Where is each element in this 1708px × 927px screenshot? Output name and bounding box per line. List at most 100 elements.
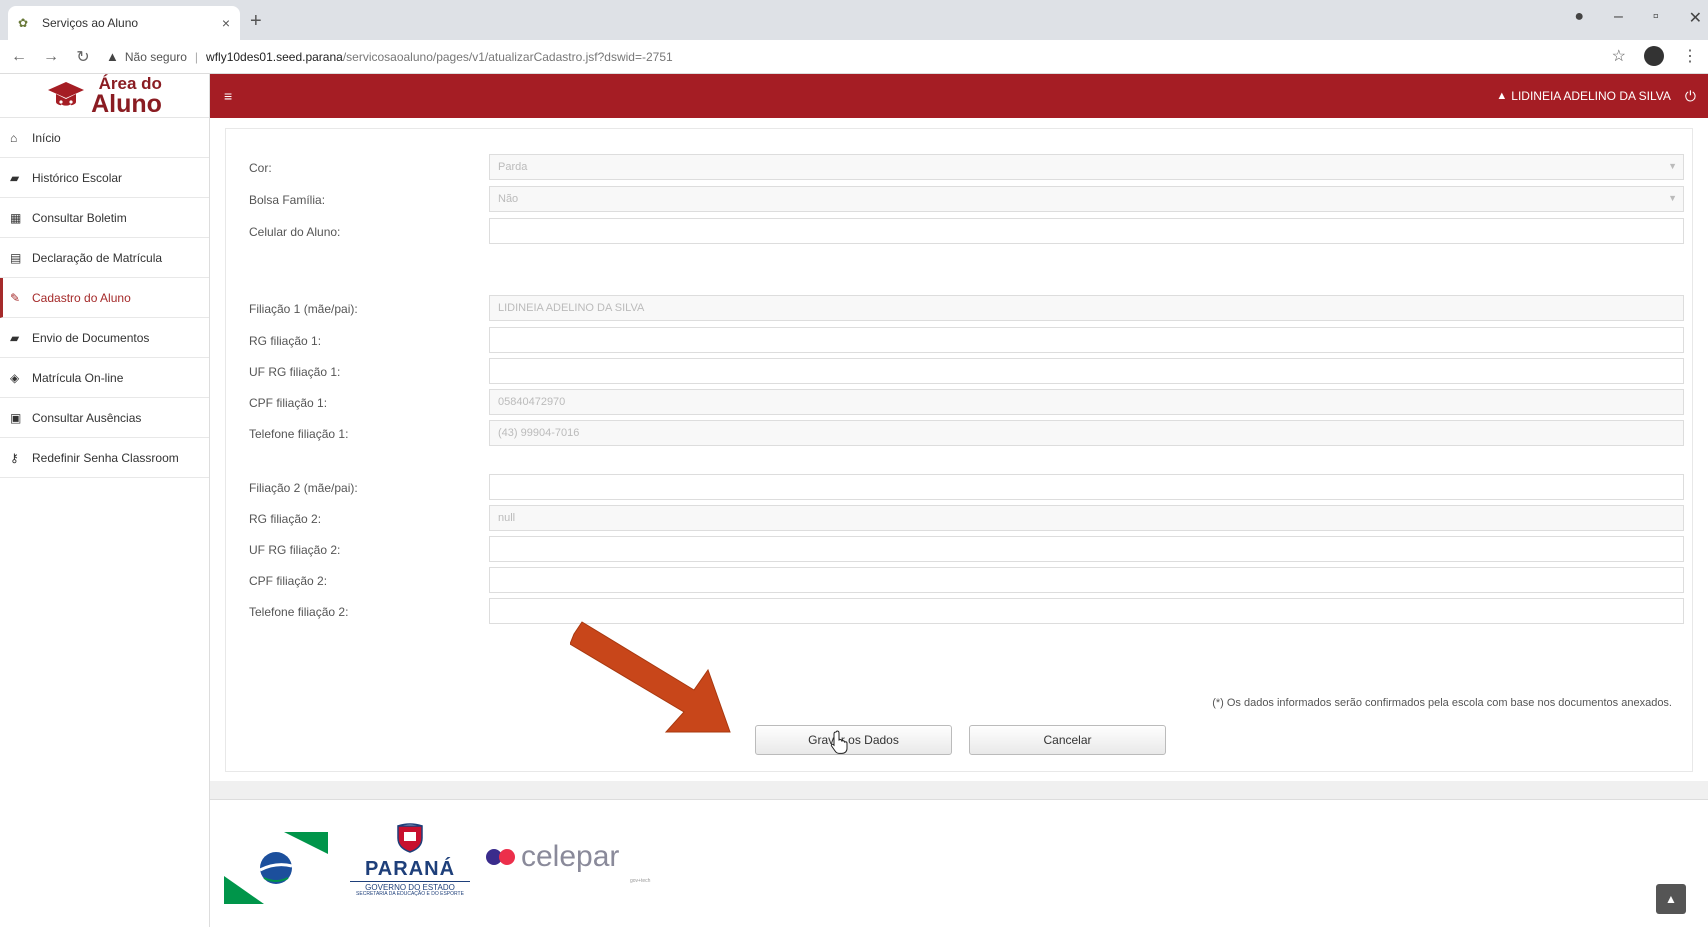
new-tab-button[interactable]: + [250,10,262,33]
graduation-cap-logo-icon [48,81,85,107]
form-row-rg-filiacao2: RG filiação 2: null [226,505,1694,533]
telefone-filiacao2-input[interactable] [489,598,1684,624]
window-controls: ● – ▫ ✕ [1574,8,1702,28]
maximize-icon[interactable]: ▫ [1653,8,1659,28]
close-tab-icon[interactable]: × [222,15,230,31]
cadastro-form: Cor: Parda ▼ Bolsa Família: Não ▼ Celular … [225,128,1693,772]
address-bar-actions: ☆ ⋮ [1612,46,1698,66]
minimize-icon[interactable]: – [1614,8,1623,28]
secretaria-text: SECRETARIA DA EDUCAÇÃO E DO ESPORTE [356,891,464,897]
sidebar-item-label: Consultar Boletim [32,210,127,225]
telefone-filiacao1-input[interactable]: (43) 99904-7016 [489,420,1684,446]
celepar-dot-red [499,849,515,865]
field-label: Celular do Aluno: [249,225,341,239]
parana-crest-icon [397,823,423,853]
top-bar: ≡ ▲ LIDINEIA ADELINO DA SILVA ⏻ [210,74,1708,118]
profile-icon[interactable] [1644,46,1664,66]
parana-flag-icon [224,832,328,904]
area-do-aluno-logo[interactable]: Área do Aluno [0,74,209,118]
celepar-wordmark: celepar [521,840,620,873]
rg-filiacao1-input[interactable] [489,327,1684,353]
scroll-to-top-button[interactable]: ▲ [1656,884,1686,914]
document-icon: ▤ [10,250,22,265]
field-label: CPF filiação 2: [249,574,328,588]
reload-icon[interactable]: ↻ [70,47,96,67]
cpf-filiacao1-input[interactable]: 05840472970 [489,389,1684,415]
home-icon: ⌂ [10,130,18,145]
field-label: Filiação 2 (mãe/pai): [249,481,358,495]
user-area: ▲ LIDINEIA ADELINO DA SILVA ⏻ [1496,74,1696,118]
browser-tab-strip: ✿ Serviços ao Aluno × + ● – ▫ ✕ [0,0,1708,40]
sidebar-item-classroom[interactable]: ⚷ Redefinir Senha Classroom [0,438,209,478]
edit-icon: ✎ [10,290,21,305]
hamburger-menu-icon[interactable]: ≡ [224,88,232,104]
sidebar-item-label: Declaração de Matrícula [32,250,163,265]
account-icon[interactable]: ● [1574,8,1584,28]
sidebar-item-label: Cadastro do Aluno [32,290,131,305]
cpf-filiacao2-input[interactable] [489,567,1684,593]
form-row-telefone-filiacao2: Telefone filiação 2: [226,598,1694,626]
url-field[interactable]: ▲ Não seguro | wfly10des01.seed.parana/s… [106,44,673,70]
url-host: wfly10des01.seed.parana [206,49,343,64]
user-icon: ▲ [1496,90,1508,102]
field-label: Bolsa Família: [249,193,326,207]
bolsa-familia-select[interactable]: Não ▼ [489,186,1684,212]
select-value: Parda [498,161,528,173]
browser-tab[interactable]: ✿ Serviços ao Aluno × [8,6,240,40]
calendar-icon: ▣ [10,410,22,425]
cancel-button[interactable]: Cancelar [969,725,1166,755]
field-label: CPF filiação 1: [249,396,328,410]
sidebar-item-declaracao[interactable]: ▤ Declaração de Matrícula [0,238,209,278]
filiacao2-input[interactable] [489,474,1684,500]
cor-select[interactable]: Parda ▼ [489,154,1684,180]
sidebar-item-boletim[interactable]: ▦ Consultar Boletim [0,198,209,238]
form-row-cpf-filiacao1: CPF filiação 1: 05840472970 [226,389,1694,417]
field-label: RG filiação 1: [249,334,322,348]
url-separator: | [194,49,199,64]
sidebar-item-inicio[interactable]: ⌂ Início [0,118,209,158]
main-content: Cor: Parda ▼ Bolsa Família: Não ▼ Celular … [210,118,1708,781]
warning-icon: ▲ [106,49,119,64]
uf-rg-filiacao2-input[interactable] [489,536,1684,562]
chevron-down-icon: ▼ [1668,193,1677,203]
address-bar: ← → ↻ ▲ Não seguro | wfly10des01.seed.pa… [0,40,1708,74]
sidebar-item-label: Consultar Ausências [32,410,142,425]
sidebar-item-cadastro[interactable]: ✎ Cadastro do Aluno [0,278,209,318]
form-row-filiacao1: Filiação 1 (mãe/pai): LIDINEIA ADELINO D… [226,295,1694,323]
rg-filiacao2-input[interactable]: null [489,505,1684,531]
sidebar-item-historico[interactable]: ▰ Histórico Escolar [0,158,209,198]
form-row-rg-filiacao1: RG filiação 1: [226,327,1694,355]
power-logout-icon[interactable]: ⏻ [1685,88,1696,105]
back-icon[interactable]: ← [6,48,32,66]
save-button[interactable]: Gravar os Dados [755,725,952,755]
filiacao1-input[interactable]: LIDINEIA ADELINO DA SILVA [489,295,1684,321]
sidebar-item-label: Envio de Documentos [32,330,150,345]
form-row-uf-rg-filiacao2: UF RG filiação 2: [226,536,1694,564]
grid-icon: ▦ [10,210,22,225]
form-row-uf-rg-filiacao1: UF RG filiação 1: [226,358,1694,386]
star-icon[interactable]: ☆ [1612,46,1626,66]
forward-icon[interactable]: → [38,48,64,66]
form-row-telefone-filiacao1: Telefone filiação 1: (43) 99904-7016 [226,420,1694,448]
menu-dots-icon[interactable]: ⋮ [1682,46,1698,66]
field-label: UF RG filiação 2: [249,543,341,557]
tab-title: Serviços ao Aluno [42,16,139,30]
field-label: Telefone filiação 2: [249,605,349,619]
sidebar-item-matricula-online[interactable]: ◈ Matrícula On-line [0,358,209,398]
form-row-filiacao2: Filiação 2 (mãe/pai): [226,474,1694,502]
sidebar-item-envio-documentos[interactable]: ▰ Envio de Documentos [0,318,209,358]
user-name[interactable]: LIDINEIA ADELINO DA SILVA [1511,89,1671,103]
uf-rg-filiacao1-input[interactable] [489,358,1684,384]
celepar-logo: celepar [486,842,619,872]
favicon-icon: ✿ [18,16,29,30]
form-row-celular: Celular do Aluno: [226,218,1694,246]
logo-small-text: Área do [98,73,162,93]
governo-parana-logo: PARANÁ GOVERNO DO ESTADO SECRETARIA DA E… [350,822,470,897]
sidebar-item-ausencias[interactable]: ▣ Consultar Ausências [0,398,209,438]
celular-aluno-input[interactable] [489,218,1684,244]
folder-icon: ▰ [10,330,20,345]
key-icon: ⚷ [10,450,19,465]
close-window-icon[interactable]: ✕ [1689,8,1702,28]
folder-icon: ▰ [10,170,20,185]
form-row-cor: Cor: Parda ▼ [226,154,1694,182]
